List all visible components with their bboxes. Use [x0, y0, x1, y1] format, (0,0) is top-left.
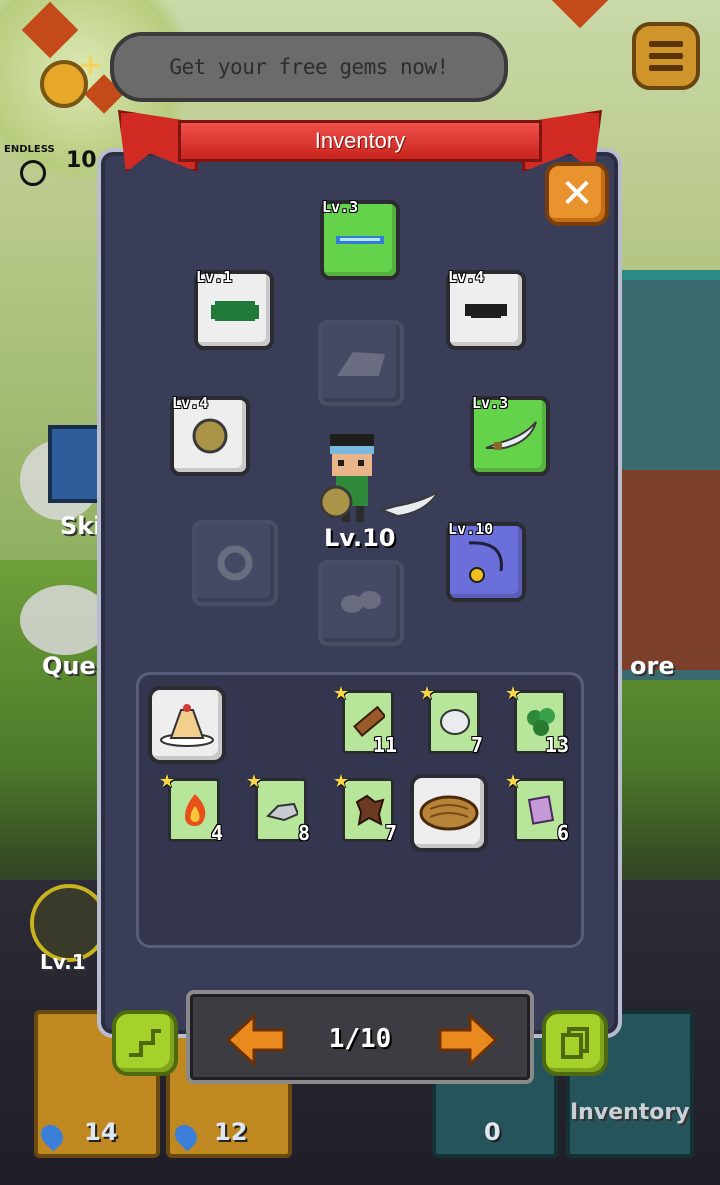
- free-gems-banner[interactable]: Get your free gems now!: [110, 32, 508, 102]
- hero-portrait-level: Lv.1: [40, 950, 86, 974]
- page-navigator: 1/10: [186, 990, 534, 1084]
- item-count: 4: [210, 821, 223, 845]
- bag-item-herb[interactable]: ★ 13: [505, 683, 569, 757]
- equip-slot-boots-empty[interactable]: [318, 560, 404, 646]
- gem-count-1: 14: [84, 1118, 118, 1146]
- menu-button[interactable]: [632, 22, 700, 90]
- hero-character: [319, 432, 441, 532]
- menu-icon-line: [649, 53, 683, 59]
- endless-label: ENDLESS: [4, 144, 55, 155]
- bag-item-leather[interactable]: ★ 7: [333, 771, 397, 845]
- bag-item-cloth[interactable]: ★ 6: [505, 771, 569, 845]
- bag-item-log[interactable]: ★ 11: [333, 683, 397, 757]
- hero-sprite-icon: [319, 434, 441, 522]
- free-gems-text: Get your free gems now!: [169, 55, 449, 79]
- sort-button[interactable]: [542, 1010, 608, 1076]
- next-page-button[interactable]: [436, 1012, 500, 1068]
- bag-item-iron-ore[interactable]: ★ 8: [246, 771, 310, 845]
- cards-icon: [561, 1027, 589, 1059]
- item-count: 13: [544, 733, 569, 757]
- item-count: 8: [297, 821, 310, 845]
- skills-label: Ski: [60, 512, 102, 540]
- close-button[interactable]: ✕: [545, 162, 609, 226]
- equip-slot-mask[interactable]: Lv.4: [446, 268, 526, 350]
- star-icon: ★: [246, 771, 263, 792]
- star-icon: ★: [333, 683, 350, 704]
- bottom-inventory-label: Inventory: [570, 1100, 690, 1125]
- ring-placeholder-icon: [196, 524, 274, 602]
- helmet-placeholder-icon: [322, 324, 400, 402]
- gem-count-2: 12: [214, 1118, 248, 1146]
- equip-level: Lv.3: [322, 198, 359, 216]
- star-icon: ★: [505, 771, 522, 792]
- stone-icon: [437, 699, 471, 745]
- fire-icon: [177, 787, 211, 833]
- store-label: ore: [630, 652, 675, 680]
- item-count: 6: [556, 821, 569, 845]
- equip-level: Lv.10: [448, 520, 494, 538]
- item-count: 7: [384, 821, 397, 845]
- boots-placeholder-icon: [322, 564, 400, 642]
- equip-slot-armor[interactable]: Lv.1: [194, 268, 274, 350]
- leather-icon: [351, 787, 385, 833]
- equip-level: Lv.1: [196, 268, 233, 286]
- item-count: 11: [372, 733, 397, 757]
- bag-item-pudding[interactable]: [148, 686, 226, 764]
- item-count: 7: [470, 733, 483, 757]
- equip-slot-ring-empty[interactable]: [192, 520, 278, 606]
- star-icon: ★: [159, 771, 176, 792]
- equip-level: Lv.4: [172, 394, 209, 412]
- equip-slot-weapon-top[interactable]: Lv.3: [320, 198, 400, 280]
- pudding-icon: [152, 690, 222, 760]
- iron-ore-icon: [264, 787, 298, 833]
- house-wall: [620, 470, 720, 670]
- inventory-title: Inventory: [314, 128, 406, 153]
- menu-icon-line: [649, 41, 683, 47]
- star-icon: ★: [505, 683, 522, 704]
- bag-item-bread[interactable]: [410, 774, 488, 852]
- equip-slot-helmet-empty[interactable]: [318, 320, 404, 406]
- bread-icon: [414, 778, 484, 848]
- equip-slot-amulet[interactable]: Lv.10: [446, 520, 526, 602]
- equip-slot-sword[interactable]: Lv.3: [470, 394, 550, 476]
- equip-slot-shield[interactable]: Lv.4: [170, 394, 250, 476]
- clock-icon: [20, 160, 46, 186]
- cloth-icon: [523, 787, 557, 833]
- hero-level: Lv.10: [324, 524, 396, 552]
- close-icon: ✕: [560, 171, 594, 217]
- menu-icon-line: [649, 65, 683, 71]
- star-icon: ★: [333, 771, 350, 792]
- count-3: 0: [484, 1118, 501, 1146]
- endless-value: 10: [66, 148, 97, 173]
- star-icon: ★: [419, 683, 436, 704]
- equip-level: Lv.3: [472, 394, 509, 412]
- add-coins-icon[interactable]: +: [78, 48, 103, 83]
- bag-item-stone[interactable]: ★ 7: [419, 683, 483, 757]
- inventory-title-ribbon: Inventory: [118, 110, 602, 176]
- equip-level: Lv.4: [448, 268, 485, 286]
- sell-icon: [129, 1029, 161, 1057]
- sell-button[interactable]: [112, 1010, 178, 1076]
- bag-item-fire[interactable]: ★ 4: [159, 771, 223, 845]
